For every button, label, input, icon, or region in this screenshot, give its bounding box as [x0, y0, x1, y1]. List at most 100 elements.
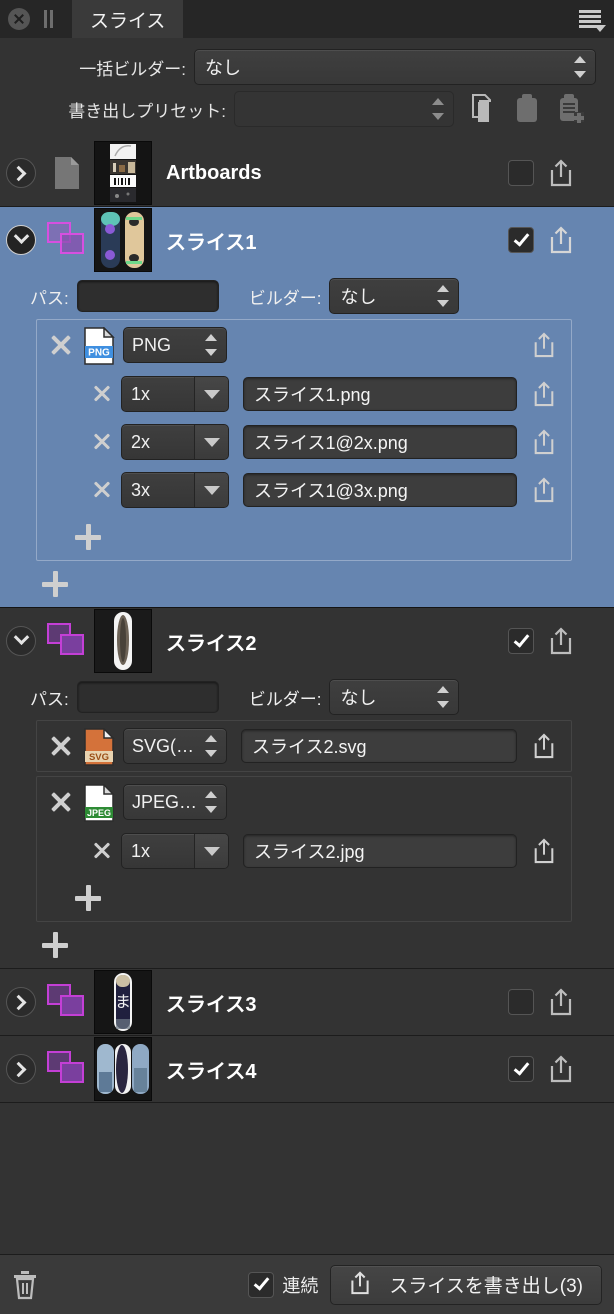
- stepper-icon[interactable]: [205, 333, 217, 357]
- share-icon[interactable]: [517, 380, 571, 408]
- add-scale-button[interactable]: [75, 885, 101, 911]
- list-row-artboards[interactable]: Artboards: [0, 140, 614, 207]
- chevron-down-icon[interactable]: [194, 834, 228, 868]
- stepper-icon[interactable]: [432, 97, 444, 121]
- row-header[interactable]: スライス2: [0, 608, 614, 674]
- format-select[interactable]: SVG(…: [123, 728, 227, 764]
- row-header[interactable]: スライス1: [0, 207, 614, 273]
- tab-slices-label: スライス: [90, 10, 166, 32]
- copy-icon[interactable]: [470, 94, 496, 124]
- share-icon[interactable]: [517, 732, 571, 760]
- remove-format-button[interactable]: [47, 331, 75, 359]
- list-row-slice2[interactable]: スライス2 パス: ビルダー: なし SVG SVG(… スライス2.svg J…: [0, 608, 614, 969]
- path-input[interactable]: [76, 681, 219, 713]
- row-thumbnail: [94, 1037, 152, 1101]
- panel-menu-icon[interactable]: [576, 10, 606, 32]
- stepper-icon[interactable]: [437, 284, 450, 308]
- list-row-slice3[interactable]: ま スライス3: [0, 969, 614, 1036]
- chevron-down-icon[interactable]: [6, 225, 36, 255]
- filename-input[interactable]: スライス1@2x.png: [243, 425, 517, 459]
- scale-row[interactable]: 2x スライス1@2x.png: [37, 418, 571, 466]
- format-row-png[interactable]: PNG PNG: [37, 320, 571, 370]
- row-checkbox[interactable]: [508, 160, 534, 186]
- row-header[interactable]: スライス4: [0, 1036, 614, 1102]
- share-icon[interactable]: [517, 837, 571, 865]
- row-header[interactable]: ま スライス3: [0, 969, 614, 1035]
- stepper-icon[interactable]: [205, 790, 217, 814]
- chevron-right-icon[interactable]: [6, 987, 36, 1017]
- chevron-down-icon[interactable]: [194, 377, 228, 411]
- tab-slices[interactable]: スライス: [72, 0, 184, 38]
- path-input[interactable]: [76, 280, 219, 312]
- stepper-icon[interactable]: [574, 55, 586, 79]
- batch-builder-select[interactable]: なし: [194, 49, 596, 85]
- share-icon[interactable]: [548, 158, 574, 188]
- remove-scale-button[interactable]: [91, 479, 113, 501]
- filename-input[interactable]: スライス2.svg: [241, 729, 517, 763]
- remove-format-button[interactable]: [47, 788, 75, 816]
- paste-icon[interactable]: [514, 94, 540, 124]
- scale-row[interactable]: 3x スライス1@3x.png: [37, 466, 571, 514]
- row-checkbox[interactable]: [508, 989, 534, 1015]
- chevron-right-icon[interactable]: [6, 1054, 36, 1084]
- share-icon[interactable]: [548, 1054, 574, 1084]
- pause-icon[interactable]: [42, 10, 56, 28]
- chevron-down-icon[interactable]: [194, 473, 228, 507]
- row-checkbox[interactable]: [508, 1056, 534, 1082]
- row-checkbox[interactable]: [508, 628, 534, 654]
- share-icon[interactable]: [548, 225, 574, 255]
- list-empty-area[interactable]: [0, 1103, 614, 1254]
- scale-row[interactable]: 1x スライス1.png: [37, 370, 571, 418]
- chevron-down-icon[interactable]: [194, 425, 228, 459]
- scale-select[interactable]: 2x: [121, 424, 229, 460]
- share-icon[interactable]: [517, 428, 571, 456]
- add-scale-row[interactable]: [37, 875, 571, 921]
- format-select[interactable]: JPEG…: [123, 784, 227, 820]
- filename-input[interactable]: スライス2.jpg: [243, 834, 517, 868]
- filename-input[interactable]: スライス1.png: [243, 377, 517, 411]
- share-icon[interactable]: [517, 476, 571, 504]
- stepper-icon[interactable]: [437, 685, 450, 709]
- chevron-right-icon[interactable]: [6, 158, 36, 188]
- scale-row[interactable]: 1x スライス2.jpg: [37, 827, 571, 875]
- trash-icon[interactable]: [12, 1270, 38, 1300]
- add-format-row[interactable]: [0, 561, 614, 607]
- export-slices-button[interactable]: スライスを書き出し(3): [330, 1264, 602, 1305]
- builder-select[interactable]: なし: [329, 679, 460, 715]
- list-row-slice4[interactable]: スライス4: [0, 1036, 614, 1103]
- export-preset-select[interactable]: [234, 91, 454, 127]
- add-format-button[interactable]: [42, 932, 68, 958]
- scale-select[interactable]: 1x: [121, 376, 229, 412]
- add-format-button[interactable]: [42, 571, 68, 597]
- add-format-row[interactable]: [0, 922, 614, 968]
- stepper-icon[interactable]: [205, 734, 217, 758]
- chevron-down-icon[interactable]: [6, 626, 36, 656]
- scale-select[interactable]: 3x: [121, 472, 229, 508]
- add-scale-row[interactable]: [37, 514, 571, 560]
- slice-icon: [44, 984, 90, 1020]
- format-select[interactable]: PNG: [123, 327, 227, 363]
- builder-select[interactable]: なし: [329, 278, 460, 314]
- format-row-svg[interactable]: SVG SVG(… スライス2.svg: [37, 721, 571, 771]
- share-icon[interactable]: [517, 331, 571, 359]
- list-row-slice1[interactable]: スライス1 パス: ビルダー: なし PNG PNG 1x スライス1.png …: [0, 207, 614, 608]
- continuous-checkbox-group[interactable]: 連続: [248, 1271, 318, 1298]
- filename-input[interactable]: スライス1@3x.png: [243, 473, 517, 507]
- remove-scale-button[interactable]: [91, 383, 113, 405]
- remove-scale-button[interactable]: [91, 840, 113, 862]
- scale-select[interactable]: 1x: [121, 833, 229, 869]
- close-circle-icon[interactable]: [8, 8, 30, 30]
- row-actions: [508, 158, 614, 188]
- format-row-jpeg[interactable]: JPEG JPEG…: [37, 777, 571, 827]
- paste-add-icon[interactable]: [558, 94, 584, 124]
- row-header[interactable]: Artboards: [0, 140, 614, 206]
- slices-list[interactable]: Artboards スライス1 パス: ビルダー: なし PNG PNG 1x …: [0, 140, 614, 1254]
- share-icon[interactable]: [548, 987, 574, 1017]
- add-scale-button[interactable]: [75, 524, 101, 550]
- remove-format-button[interactable]: [47, 732, 75, 760]
- row-checkbox[interactable]: [508, 227, 534, 253]
- remove-scale-button[interactable]: [91, 431, 113, 453]
- share-icon[interactable]: [548, 626, 574, 656]
- continuous-checkbox[interactable]: [248, 1271, 275, 1298]
- batch-builder-value: なし: [205, 58, 241, 78]
